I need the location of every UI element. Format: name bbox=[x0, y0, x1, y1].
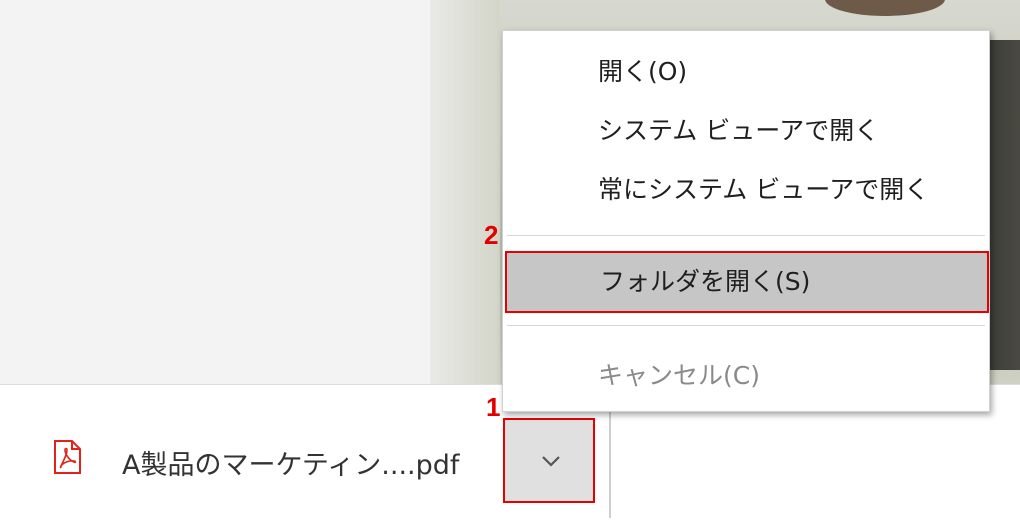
step-marker-2: 2 bbox=[484, 220, 499, 250]
menu-item-cancel: キャンセル(C) bbox=[598, 361, 760, 390]
menu-item-open-system-viewer[interactable]: システム ビューアで開く bbox=[503, 102, 989, 160]
download-bar-divider bbox=[609, 400, 611, 518]
menu-item-open[interactable]: 開く(O) bbox=[503, 43, 989, 101]
step-marker-1: 1 bbox=[486, 392, 501, 422]
pdf-icon bbox=[52, 440, 82, 474]
menu-divider bbox=[507, 235, 985, 236]
download-options-button[interactable] bbox=[503, 418, 595, 503]
download-context-menu: 開く(O) システム ビューアで開く 常にシステム ビューアで開く フォルダを開… bbox=[502, 30, 990, 412]
menu-item-show-in-folder[interactable]: フォルダを開く(S) bbox=[505, 251, 989, 313]
chevron-down-icon bbox=[542, 456, 560, 467]
menu-item-always-open-system-viewer[interactable]: 常にシステム ビューアで開く bbox=[503, 161, 989, 219]
menu-divider bbox=[507, 325, 985, 326]
download-file-name[interactable]: A製品のマーケティン....pdf bbox=[122, 443, 459, 482]
page-background bbox=[0, 0, 430, 384]
